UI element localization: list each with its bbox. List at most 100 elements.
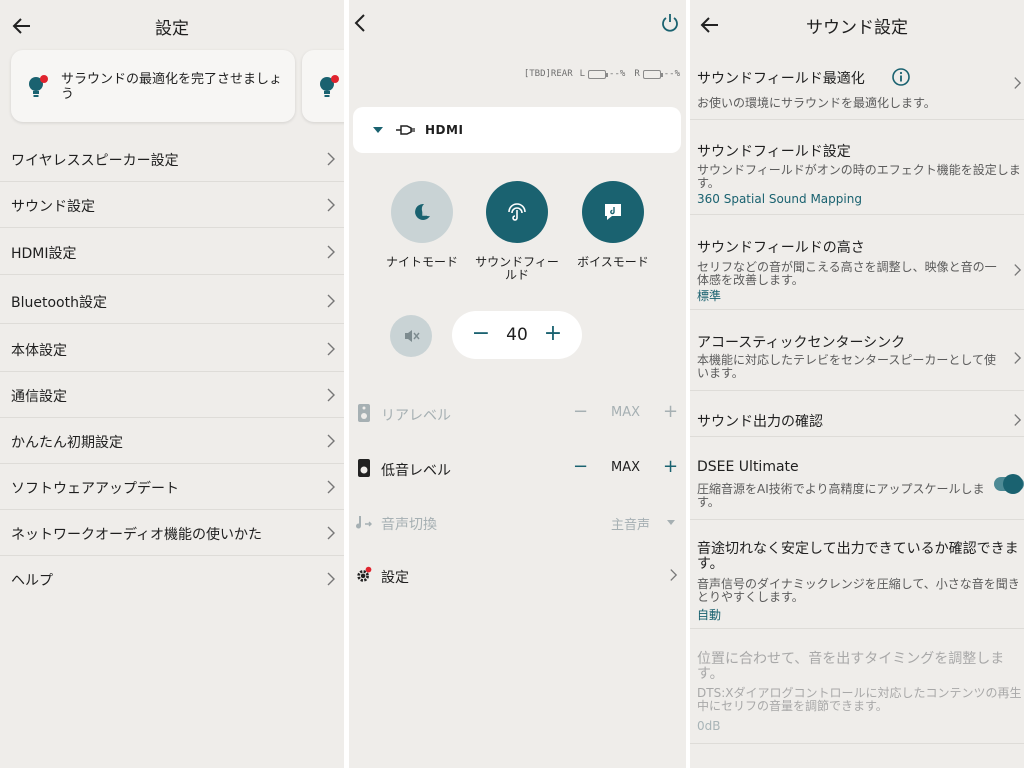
left-battery-value: --%	[609, 69, 626, 79]
bass-level-plus-button[interactable]: +	[663, 456, 678, 477]
chevron-left-icon[interactable]	[351, 12, 371, 34]
rear-speaker-model: [TBD]REAR	[523, 69, 573, 79]
menu-item-network-audio[interactable]: ネットワークオーディオ機能の使いかた	[0, 510, 344, 556]
menu-item-label: サウンド設定	[11, 199, 95, 215]
setting-value: 0dB	[697, 719, 721, 733]
chevron-right-icon	[327, 526, 335, 540]
settings-label: 設定	[381, 570, 409, 586]
bass-level-minus-button[interactable]: −	[573, 456, 588, 477]
bass-level-value: MAX	[611, 460, 641, 475]
next-card-partial[interactable]	[302, 50, 344, 122]
chevron-right-icon	[327, 342, 335, 356]
sound-field-icon	[508, 203, 526, 221]
audio-switch-label: 音声切換	[381, 517, 437, 533]
toggle-knob[interactable]	[1003, 474, 1023, 494]
chevron-right-icon	[327, 245, 335, 259]
chevron-right-icon	[327, 388, 335, 402]
hdmi-plug-icon	[396, 125, 415, 135]
voice-bubble-icon	[605, 204, 621, 220]
menu-item-easy-setup[interactable]: かんたん初期設定	[0, 418, 344, 464]
menu-item-help[interactable]: ヘルプ	[0, 556, 344, 602]
sound-field-label: サウンドフィールド	[475, 255, 559, 282]
power-icon[interactable]	[660, 12, 680, 34]
audio-switch-row[interactable]: 音声切換 主音声	[349, 502, 686, 542]
lightbulb-alert-icon	[26, 74, 50, 100]
menu-item-label: ヘルプ	[11, 573, 53, 589]
settings-row[interactable]: 設定	[349, 555, 686, 595]
rear-level-value: MAX	[611, 405, 641, 420]
right-battery-value: --%	[663, 69, 680, 79]
chevron-right-icon	[327, 198, 335, 212]
setting-value: 標準	[697, 289, 722, 303]
acoustic-center-sync[interactable]: アコースティックセンターシンク 本機能に対応したテレビをセンタースピーカーとして…	[690, 311, 1024, 391]
setting-description: DTS:Xダイアログコントロールに対応したコンテンツの再生中にセリフの音量を調節…	[697, 686, 1022, 713]
input-selector[interactable]: HDMI	[353, 107, 681, 153]
setting-description: 本機能に対応したテレビをセンタースピーカーとして使います。	[697, 353, 997, 380]
mute-button[interactable]	[390, 315, 432, 357]
chevron-right-icon	[327, 480, 335, 494]
menu-item-bluetooth[interactable]: Bluetooth設定	[0, 278, 344, 324]
setting-title: サウンド出力の確認	[697, 414, 823, 430]
menu-item-label: ソフトウェアアップデート	[11, 481, 179, 497]
rear-level-plus-button[interactable]: +	[663, 401, 678, 422]
input-label: HDMI	[425, 123, 464, 137]
menu-item-label: ネットワークオーディオ機能の使いかた	[11, 527, 263, 543]
setting-title: 音途切れなく安定して出力できているか確認できます。	[697, 541, 1019, 572]
voice-mode-button[interactable]	[582, 181, 644, 243]
mute-icon	[405, 330, 420, 342]
dynamic-range-compressor[interactable]: 音途切れなく安定して出力できているか確認できます。 音声信号のダイナミックレンジ…	[690, 521, 1024, 629]
setting-description: お使いの環境にサラウンドを最適化します。	[697, 96, 936, 110]
voice-mode-label: ボイスモード	[577, 255, 649, 269]
bass-level-label: 低音レベル	[381, 463, 451, 479]
rear-level-row: リアレベル − MAX +	[349, 393, 686, 433]
menu-item-device[interactable]: 本体設定	[0, 326, 344, 372]
subwoofer-icon	[358, 459, 370, 477]
battery-icon	[588, 69, 609, 79]
chevron-right-icon	[327, 434, 335, 448]
menu-item-label: かんたん初期設定	[11, 435, 123, 451]
sound-field-height[interactable]: サウンドフィールドの高さ セリフなどの音が聞こえる高さを調整し、映像と音の一体感…	[690, 216, 1024, 310]
control-panel: [TBD]REAR L --% R --% HDMI ナイトモード サウンドフィ…	[349, 0, 686, 768]
moon-icon	[415, 203, 430, 220]
night-mode-button[interactable]	[391, 181, 453, 243]
sound-field-optimization[interactable]: サウンドフィールド最適化 お使いの環境にサラウンドを最適化します。	[690, 50, 1024, 120]
sound-field-settings[interactable]: サウンドフィールド設定 サウンドフィールドがオンの時のエフェクト機能を設定します…	[690, 121, 1024, 215]
audio-switch-value: 主音声	[611, 518, 651, 533]
chevron-right-icon	[327, 294, 335, 308]
menu-item-hdmi[interactable]: HDMI設定	[0, 229, 344, 275]
setting-value: 360 Spatial Sound Mapping	[697, 192, 862, 206]
sound-output-check[interactable]: サウンド出力の確認	[690, 392, 1024, 437]
menu-item-wireless-speaker[interactable]: ワイヤレススピーカー設定	[0, 136, 344, 182]
chevron-right-icon	[1014, 352, 1022, 364]
menu-item-network[interactable]: 通信設定	[0, 372, 344, 418]
sound-field-button[interactable]	[486, 181, 548, 243]
chevron-right-icon	[1014, 77, 1022, 89]
setting-title: サウンドフィールド最適化	[697, 71, 865, 87]
settings-panel: 設定 サラウンドの最適化を完了させましょう ワイヤレススピーカー設定 サウンド設	[0, 0, 344, 768]
menu-item-sound[interactable]: サウンド設定	[0, 182, 344, 228]
rear-speaker-battery-status: [TBD]REAR L --% R --%	[524, 69, 680, 79]
setting-title: 位置に合わせて、音を出すタイミングを調整します。	[697, 651, 1005, 682]
volume-up-button[interactable]: +	[540, 321, 566, 347]
gear-alert-icon	[357, 566, 372, 582]
battery-icon	[642, 69, 663, 79]
caret-down-icon	[373, 127, 383, 133]
volume-down-button[interactable]: −	[468, 321, 494, 347]
menu-item-label: 通信設定	[11, 389, 67, 405]
rear-level-minus-button[interactable]: −	[573, 401, 588, 422]
info-icon[interactable]	[891, 67, 911, 87]
setting-description: サウンドフィールドがオンの時のエフェクト機能を設定します。	[697, 163, 1021, 190]
chevron-right-icon	[670, 569, 678, 581]
menu-item-software-update[interactable]: ソフトウェアアップデート	[0, 464, 344, 510]
av-sync: 位置に合わせて、音を出すタイミングを調整します。 DTS:Xダイアログコントロー…	[690, 630, 1024, 744]
chevron-right-icon	[1014, 264, 1022, 276]
right-label: R	[634, 69, 640, 79]
surround-optimization-card[interactable]: サラウンドの最適化を完了させましょう	[11, 50, 295, 122]
setting-value: 自動	[697, 608, 722, 622]
chevron-right-icon	[327, 572, 335, 586]
night-mode-label: ナイトモード	[385, 255, 458, 269]
rear-speaker-icon	[358, 404, 370, 422]
card-message: サラウンドの最適化を完了させましょう	[61, 72, 283, 102]
setting-title: アコースティックセンターシンク	[697, 335, 906, 351]
chevron-right-icon	[327, 152, 335, 166]
